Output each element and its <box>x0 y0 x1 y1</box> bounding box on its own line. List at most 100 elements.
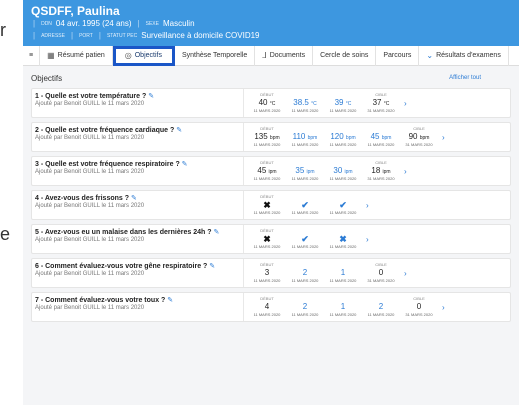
measurement-value-wrap: 4 <box>248 302 286 312</box>
measurement-cell: DÉBUT 3 11 MARS 2020 <box>248 262 286 284</box>
measurement-cells: DÉBUT ✖ 11 MARS 2020 ✔ 11 MARS 2020 ✔ 11 MARS … <box>244 191 369 219</box>
edit-pencil-icon[interactable]: ✎ <box>182 161 188 168</box>
cell-date: 11 MARS 2020 <box>253 176 281 181</box>
measurement-value: 135 <box>254 132 268 141</box>
measurement-value-wrap: 90 bpm <box>400 132 438 142</box>
question-label: 7 - Comment évaluez-vous votre toux ? <box>35 297 166 304</box>
measurement-unit: bpm <box>381 135 392 141</box>
measurement-value-wrap: 35 ipm <box>286 166 324 176</box>
cell-date: 11 MARS 2020 <box>329 142 357 147</box>
tab-cercle[interactable]: Cercle de soins <box>313 45 377 66</box>
sexe-value: Masculin <box>162 19 195 28</box>
measurement-value: 4 <box>264 302 270 311</box>
measurement-cell: 45 bpm 11 MARS 2020 <box>362 126 400 148</box>
measurement-cell: 30 ipm 11 MARS 2020 <box>324 160 362 182</box>
cell-date: 11 MARS 2020 <box>367 142 395 147</box>
question-label: 4 - Avez-vous des frissons ? <box>35 195 130 202</box>
measurement-cell: 2 11 MARS 2020 <box>362 296 400 318</box>
chevron-right-icon[interactable]: › <box>404 99 407 108</box>
question-label: 6 - Comment évaluez-vous votre gêne resp… <box>35 263 208 270</box>
chevron-right-icon[interactable]: › <box>442 303 445 312</box>
objective-row[interactable]: 7 - Comment évaluez-vous votre toux ? ✎ A… <box>31 292 511 322</box>
tab-parcours[interactable]: Parcours <box>376 45 420 66</box>
objective-row[interactable]: 3 - Quelle est votre fréquence respirato… <box>31 156 511 186</box>
tab-synthese[interactable]: Synthèse Temporelle <box>175 45 256 66</box>
port-label: PORT <box>79 33 93 39</box>
edit-pencil-icon[interactable]: ✎ <box>176 127 182 134</box>
edit-pencil-icon[interactable]: ✎ <box>148 93 154 100</box>
measurement-cell: CIBLE 90 bpm 31 MARS 2020 <box>400 126 438 148</box>
objectives-list: 1 - Quelle est votre température ? ✎ Ajou… <box>31 88 511 322</box>
objective-row[interactable]: 6 - Comment évaluez-vous votre gêne resp… <box>31 258 511 288</box>
objective-question: 7 - Comment évaluez-vous votre toux ? ✎ A… <box>32 293 244 321</box>
edit-pencil-icon[interactable]: ✎ <box>131 195 137 202</box>
measurement-cell: CIBLE 0 31 MARS 2020 <box>400 296 438 318</box>
patient-info-row: | ADRESSE | PORT | STATUT PEC Surveillan… <box>31 30 511 42</box>
objective-question: 1 - Quelle est votre température ? ✎ Ajou… <box>32 89 244 117</box>
measurement-cell: CIBLE 0 31 MARS 2020 <box>362 262 400 284</box>
show-all-link[interactable]: Afficher tout <box>449 75 481 81</box>
separator: | <box>70 31 74 40</box>
measurement-unit: °C <box>345 101 352 107</box>
measurement-value-wrap: 18 ipm <box>362 166 400 176</box>
cross-icon: ✖ <box>339 234 347 244</box>
measurement-cells: DÉBUT 45 ipm 11 MARS 2020 35 ipm 11 MARS 202… <box>244 157 407 185</box>
edit-pencil-icon[interactable]: ✎ <box>213 229 219 236</box>
question-text: 2 - Quelle est votre fréquence cardiaque… <box>35 126 240 134</box>
check-icon: ✔ <box>339 200 347 210</box>
cell-date: 11 MARS 2020 <box>291 244 319 249</box>
measurement-value-wrap: 2 <box>286 302 324 312</box>
adresse-label: ADRESSE <box>41 33 65 39</box>
measurement-value-wrap: 37 °C <box>362 98 400 108</box>
tab-resultats[interactable]: ⌄ Résultats d'examens <box>419 45 509 66</box>
question-meta: Ajouté par Benoit GUILL le 11 mars 2020 <box>35 305 145 311</box>
tab-documents[interactable]: ⅃ Documents <box>255 45 314 66</box>
measurement-value-wrap: 0 <box>362 268 400 278</box>
question-label: 2 - Quelle est votre fréquence cardiaque… <box>35 127 175 134</box>
objective-row[interactable]: 4 - Avez-vous des frissons ? ✎ Ajouté par… <box>31 190 511 220</box>
objective-row[interactable]: 5 - Avez-vous eu un malaise dans les der… <box>31 224 511 254</box>
measurement-value-wrap: 39 °C <box>324 98 362 108</box>
chart-icon: ⌄ <box>426 51 434 60</box>
measurement-cell: 35 ipm 11 MARS 2020 <box>286 160 324 182</box>
cell-date: 11 MARS 2020 <box>329 278 357 283</box>
edit-pencil-icon[interactable]: ✎ <box>167 297 173 304</box>
measurement-cell: CIBLE 37 °C 31 MARS 2020 <box>362 92 400 114</box>
hamburger-icon[interactable]: ≡ <box>23 45 41 66</box>
chevron-right-icon[interactable]: › <box>404 167 407 176</box>
measurement-unit: bpm <box>269 135 280 141</box>
chevron-right-icon[interactable]: › <box>366 201 369 210</box>
measurement-cells: DÉBUT 40 °C 11 MARS 2020 38.5 °C 11 MARS 202… <box>244 89 407 117</box>
tab-resume[interactable]: ▦ Résumé patien <box>40 45 113 66</box>
sexe-label: SEXE <box>145 21 159 27</box>
cell-date: 11 MARS 2020 <box>253 278 281 283</box>
measurement-value-wrap: 40 °C <box>248 98 286 108</box>
measurement-value-wrap: 30 ipm <box>324 166 362 176</box>
measurement-cell: CIBLE 18 ipm 31 MARS 2020 <box>362 160 400 182</box>
question-meta: Ajouté par Benoit GUILL le 11 mars 2020 <box>35 271 145 277</box>
measurement-value-wrap: 45 bpm <box>362 132 400 142</box>
cell-date: 31 MARS 2020 <box>405 312 433 317</box>
measurement-cell: 39 °C 11 MARS 2020 <box>324 92 362 114</box>
measurement-unit: ipm <box>382 169 391 175</box>
objective-row[interactable]: 1 - Quelle est votre température ? ✎ Ajou… <box>31 88 511 118</box>
measurement-value-wrap: 3 <box>248 268 286 278</box>
objective-question: 4 - Avez-vous des frissons ? ✎ Ajouté par… <box>32 191 244 219</box>
measurement-value-wrap: 45 ipm <box>248 166 286 176</box>
chevron-right-icon[interactable]: › <box>404 269 407 278</box>
edit-pencil-icon[interactable]: ✎ <box>209 263 215 270</box>
section-title: Objectifs <box>31 73 63 83</box>
measurement-value: 45 <box>370 132 380 141</box>
objective-row[interactable]: 2 - Quelle est votre fréquence cardiaque… <box>31 122 511 152</box>
measurement-cell: DÉBUT 45 ipm 11 MARS 2020 <box>248 160 286 182</box>
cross-icon: ✖ <box>263 234 271 244</box>
tab-objectifs[interactable]: ◎ Objectifs <box>112 45 175 66</box>
measurement-cell: ✖ 11 MARS 2020 <box>324 228 362 250</box>
measurement-cells: DÉBUT 3 11 MARS 2020 2 11 MARS 2020 1 11 MA… <box>244 259 407 287</box>
chevron-right-icon[interactable]: › <box>366 235 369 244</box>
measurement-value-wrap: 2 <box>362 302 400 312</box>
measurement-unit: ipm <box>306 169 315 175</box>
measurement-value: 38.5 <box>293 98 309 107</box>
objective-question: 3 - Quelle est votre fréquence respirato… <box>32 157 244 185</box>
chevron-right-icon[interactable]: › <box>442 133 445 142</box>
